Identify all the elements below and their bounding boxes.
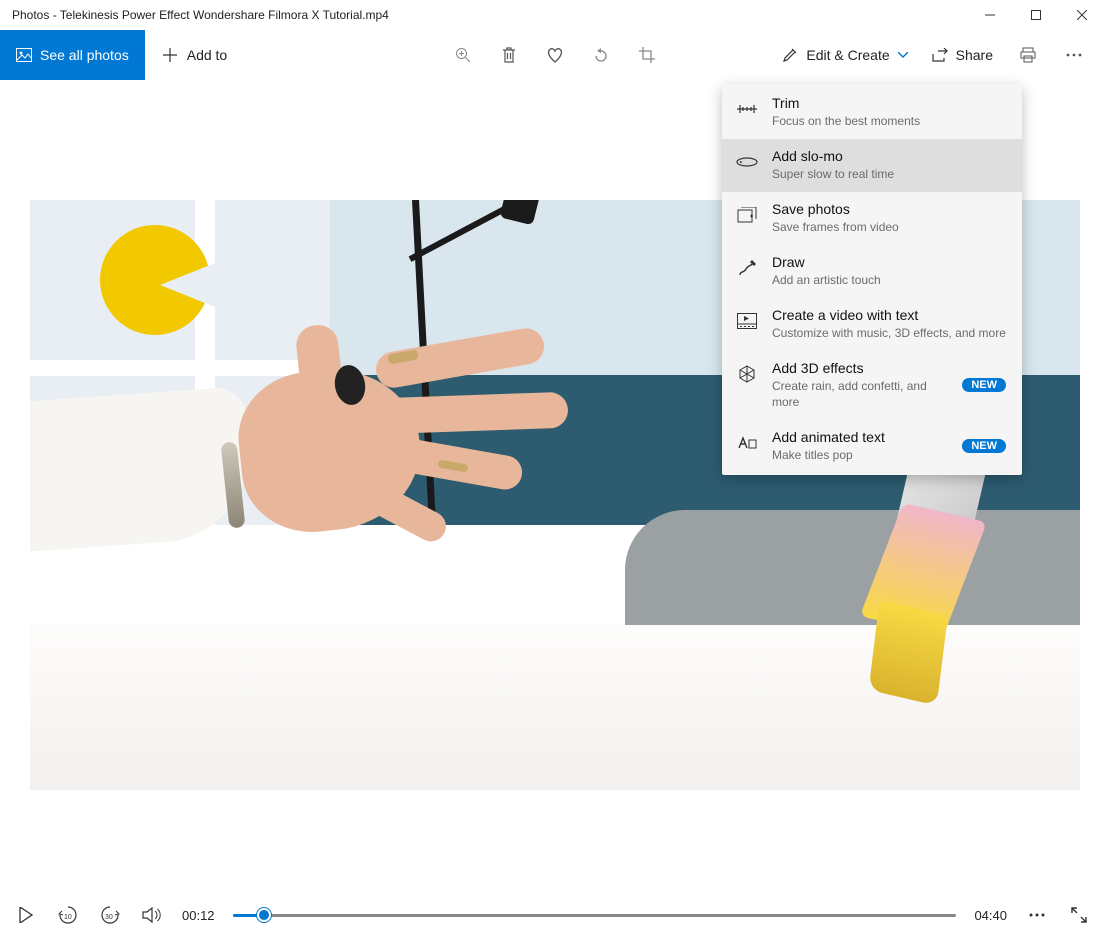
fullscreen-button[interactable]: [1067, 903, 1091, 927]
menu-3d-title: Add 3D effects: [772, 360, 948, 378]
see-all-photos-button[interactable]: See all photos: [0, 30, 145, 80]
edit-create-icon: [782, 47, 798, 63]
crop-icon: [639, 47, 655, 63]
menu-save-photos[interactable]: Save photos Save frames from video: [722, 192, 1022, 245]
photo-icon: [16, 48, 32, 62]
menu-save-photos-title: Save photos: [772, 201, 1006, 219]
minimize-icon: [985, 10, 995, 20]
playback-more-button[interactable]: [1025, 903, 1049, 927]
menu-video-text-sub: Customize with music, 3D effects, and mo…: [772, 326, 1006, 342]
skip-back-icon: 10: [57, 905, 79, 925]
menu-slomo-sub: Super slow to real time: [772, 167, 1006, 183]
maximize-button[interactable]: [1013, 0, 1059, 30]
close-button[interactable]: [1059, 0, 1105, 30]
heart-icon: [546, 47, 564, 63]
window-title: Photos - Telekinesis Power Effect Wonder…: [12, 8, 389, 22]
menu-video-text-title: Create a video with text: [772, 307, 1006, 325]
chevron-down-icon: [898, 52, 908, 58]
trash-icon: [502, 47, 516, 63]
plus-icon: [163, 48, 177, 62]
menu-slomo[interactable]: Add slo-mo Super slow to real time: [722, 139, 1022, 192]
total-time: 04:40: [974, 908, 1007, 923]
print-icon: [1020, 47, 1036, 63]
maximize-icon: [1031, 10, 1041, 20]
playback-bar: 10 30 00:12 04:40: [0, 890, 1105, 940]
toolbar: See all photos Add to Edit & Create Shar…: [0, 30, 1105, 80]
edit-create-label: Edit & Create: [806, 47, 889, 63]
menu-trim-sub: Focus on the best moments: [772, 114, 1006, 130]
menu-slomo-title: Add slo-mo: [772, 148, 1006, 166]
3d-effects-icon: [737, 364, 757, 384]
close-icon: [1077, 10, 1087, 20]
menu-anim-text-sub: Make titles pop: [772, 448, 948, 464]
menu-draw-title: Draw: [772, 254, 1006, 272]
more-icon: [1029, 913, 1045, 917]
menu-anim-text-title: Add animated text: [772, 429, 948, 447]
edit-create-dropdown: Trim Focus on the best moments Add slo-m…: [722, 84, 1022, 475]
share-label: Share: [956, 47, 993, 63]
see-all-label: See all photos: [40, 47, 129, 63]
menu-save-photos-sub: Save frames from video: [772, 220, 1006, 236]
share-icon: [932, 48, 948, 62]
new-badge: NEW: [962, 378, 1006, 392]
zoom-icon: [455, 47, 471, 63]
volume-button[interactable]: [140, 903, 164, 927]
minimize-button[interactable]: [967, 0, 1013, 30]
save-photos-icon: [737, 207, 757, 223]
skip-back-button[interactable]: 10: [56, 903, 80, 927]
fullscreen-icon: [1071, 907, 1087, 923]
pacman-decor: [100, 225, 210, 335]
delete-button[interactable]: [486, 35, 532, 75]
share-button[interactable]: Share: [920, 47, 1005, 63]
zoom-button[interactable]: [440, 35, 486, 75]
volume-icon: [142, 907, 162, 923]
trim-icon: [737, 102, 757, 116]
menu-trim[interactable]: Trim Focus on the best moments: [722, 86, 1022, 139]
menu-animated-text[interactable]: Add animated text Make titles pop NEW: [722, 420, 1022, 473]
slomo-icon: [736, 156, 758, 168]
svg-text:10: 10: [64, 914, 72, 921]
menu-3d-effects[interactable]: Add 3D effects Create rain, add confetti…: [722, 351, 1022, 420]
more-button[interactable]: [1051, 35, 1097, 75]
favorite-button[interactable]: [532, 35, 578, 75]
rotate-button[interactable]: [578, 35, 624, 75]
animated-text-icon: [737, 435, 757, 451]
edit-create-button[interactable]: Edit & Create: [770, 47, 919, 63]
video-text-icon: [737, 313, 757, 329]
play-icon: [19, 907, 33, 923]
rotate-icon: [592, 47, 610, 63]
more-icon: [1066, 53, 1082, 57]
print-button[interactable]: [1005, 35, 1051, 75]
skip-forward-icon: 30: [99, 905, 121, 925]
menu-video-text[interactable]: Create a video with text Customize with …: [722, 298, 1022, 351]
menu-3d-sub: Create rain, add confetti, and more: [772, 379, 948, 410]
crop-button[interactable]: [624, 35, 670, 75]
menu-draw[interactable]: Draw Add an artistic touch: [722, 245, 1022, 298]
skip-forward-button[interactable]: 30: [98, 903, 122, 927]
add-to-button[interactable]: Add to: [163, 47, 227, 63]
seek-slider[interactable]: [233, 905, 957, 925]
current-time: 00:12: [182, 908, 215, 923]
menu-trim-title: Trim: [772, 95, 1006, 113]
new-badge: NEW: [962, 439, 1006, 453]
title-bar: Photos - Telekinesis Power Effect Wonder…: [0, 0, 1105, 30]
play-button[interactable]: [14, 903, 38, 927]
svg-text:30: 30: [105, 914, 113, 921]
draw-icon: [737, 259, 757, 277]
add-to-label: Add to: [187, 47, 227, 63]
menu-draw-sub: Add an artistic touch: [772, 273, 1006, 289]
